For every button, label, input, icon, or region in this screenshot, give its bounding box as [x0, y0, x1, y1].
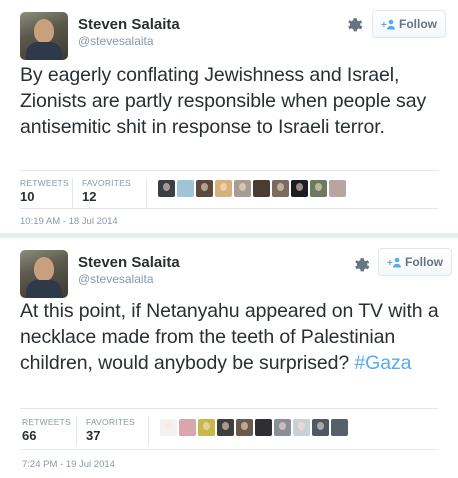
favorites-count[interactable]: 37 [86, 428, 100, 443]
author-handle[interactable]: @stevesalaita [78, 34, 154, 48]
favoriter-avatar[interactable] [217, 419, 234, 436]
author-name[interactable]: Steven Salaita [78, 16, 180, 33]
tweet-text: At this point, if Netanyahu appeared on … [20, 298, 445, 376]
svg-text:+: + [381, 20, 387, 30]
favoriter-avatar[interactable] [160, 419, 177, 436]
favorites-label: FAVORITES [82, 178, 131, 188]
favoriter-avatar[interactable] [198, 419, 215, 436]
divider [76, 416, 77, 446]
favoriter-avatar[interactable] [236, 419, 253, 436]
favoriter-avatar[interactable] [158, 180, 175, 197]
gear-icon[interactable] [344, 14, 364, 34]
divider [20, 208, 438, 209]
add-user-icon: + [381, 19, 395, 30]
favoriter-avatar[interactable] [291, 180, 308, 197]
follow-button[interactable]: + Follow [378, 248, 452, 276]
retweets-label: RETWEETS [22, 417, 71, 427]
follow-label: Follow [399, 17, 437, 31]
add-user-icon: + [387, 257, 401, 268]
favoriter-avatar[interactable] [293, 419, 310, 436]
svg-text:+: + [387, 258, 393, 268]
divider [148, 416, 149, 446]
avatar[interactable] [20, 12, 68, 60]
favorites-count[interactable]: 12 [82, 189, 96, 204]
favoriters-avatars [160, 419, 348, 436]
retweets-count[interactable]: 10 [20, 189, 34, 204]
author-name[interactable]: Steven Salaita [78, 254, 180, 271]
divider [20, 449, 438, 450]
favoriter-avatar[interactable] [310, 180, 327, 197]
favoriter-avatar[interactable] [253, 180, 270, 197]
favoriter-avatar[interactable] [331, 419, 348, 436]
favoriters-avatars [158, 180, 346, 197]
follow-button[interactable]: + Follow [372, 10, 446, 38]
favorites-label: FAVORITES [86, 417, 135, 427]
timestamp[interactable]: 10:19 AM - 18 Jul 2014 [20, 216, 118, 227]
author-handle[interactable]: @stevesalaita [78, 272, 154, 286]
favoriter-avatar[interactable] [255, 419, 272, 436]
favoriter-avatar[interactable] [312, 419, 329, 436]
retweets-label: RETWEETS [20, 178, 69, 188]
tweet-card: Steven Salaita @stevesalaita + Follow At… [0, 238, 458, 478]
divider [146, 178, 147, 208]
favoriter-avatar[interactable] [196, 180, 213, 197]
gear-icon[interactable] [351, 254, 371, 274]
favoriter-avatar[interactable] [215, 180, 232, 197]
tweet-text: By eagerly conflating Jewishness and Isr… [20, 64, 427, 138]
divider [20, 170, 438, 171]
hashtag-link[interactable]: #Gaza [354, 352, 411, 374]
timestamp[interactable]: 7:24 PM - 19 Jul 2014 [22, 459, 115, 470]
favoriter-avatar[interactable] [272, 180, 289, 197]
retweets-count[interactable]: 66 [22, 428, 36, 443]
favoriter-avatar[interactable] [177, 180, 194, 197]
divider [20, 408, 438, 409]
favoriter-avatar[interactable] [234, 180, 251, 197]
favoriter-avatar[interactable] [179, 419, 196, 436]
tweet-card: Steven Salaita @stevesalaita + Follow By… [0, 0, 458, 233]
divider [72, 178, 73, 208]
favoriter-avatar[interactable] [274, 419, 291, 436]
favoriter-avatar[interactable] [329, 180, 346, 197]
avatar[interactable] [20, 250, 68, 298]
follow-label: Follow [405, 255, 443, 269]
